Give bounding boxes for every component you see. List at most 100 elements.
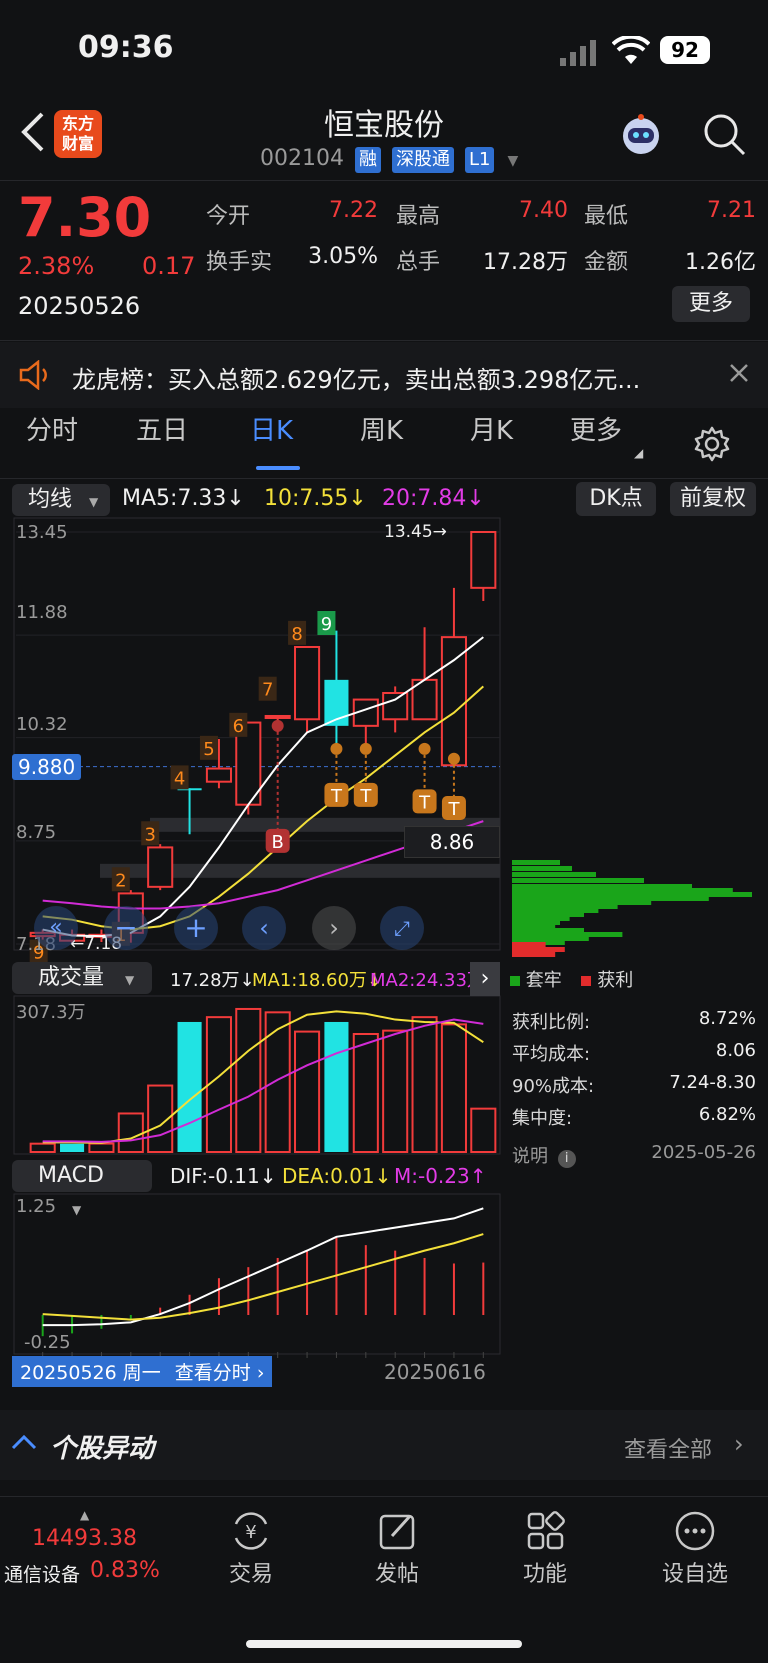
- tab-intraday[interactable]: 分时: [26, 410, 78, 447]
- ma-selector[interactable]: 均线 ▼: [12, 484, 110, 516]
- chip-bar-profit: [512, 947, 565, 952]
- volume-selector[interactable]: 成交量 ▼: [12, 962, 152, 994]
- signal-badge: [324, 782, 349, 807]
- signal-dot: [330, 742, 343, 755]
- chip-bar-trapped: [512, 888, 733, 893]
- candle-body: [205, 767, 232, 783]
- volume-panel-frame: [13, 995, 501, 1155]
- change-percent: 2.38%: [18, 252, 95, 280]
- battery-icon: 92: [660, 36, 710, 64]
- chevron-left-icon[interactable]: ‹: [242, 906, 286, 950]
- search-icon[interactable]: [702, 112, 748, 162]
- chip-bar-profit: [512, 952, 556, 957]
- volume-bar: [352, 1033, 379, 1153]
- notice-bar[interactable]: 龙虎榜：买入总额2.629亿元，卖出总额3.298亿元...: [0, 342, 768, 408]
- tab-daily-k[interactable]: 日K: [250, 410, 293, 447]
- macd-dea-line: [42, 1233, 484, 1321]
- volume-ma1-line: [42, 1010, 484, 1144]
- trade-icon[interactable]: ¥: [228, 1510, 274, 1556]
- count-marker: 3: [144, 824, 155, 845]
- legend-trapped: 套牢: [525, 970, 562, 991]
- candle-body: [440, 636, 467, 767]
- zoom-out-left-icon[interactable]: «: [34, 906, 78, 950]
- y-label-2: 11.88: [16, 602, 68, 623]
- badge-level: L1: [464, 147, 495, 173]
- chip-concentration-value: 6.82%: [698, 1104, 756, 1125]
- count-marker-bg: [170, 765, 189, 790]
- nav-add-watchlist[interactable]: 设自选: [640, 1556, 750, 1588]
- tab-weekly-k[interactable]: 周K: [360, 410, 403, 447]
- index-change: 0.83%: [90, 1558, 160, 1583]
- function-grid-icon[interactable]: [526, 1510, 566, 1556]
- robot-assistant-icon[interactable]: [618, 112, 664, 162]
- tab-more[interactable]: 更多: [570, 410, 622, 447]
- main-chart-frame: [13, 517, 501, 951]
- ma5-value: MA5:7.33↓: [122, 486, 245, 511]
- watchlist-dots-icon[interactable]: [674, 1510, 716, 1556]
- support-band: [100, 863, 500, 878]
- chip-bar-trapped: [512, 860, 560, 865]
- volume-max-label: 307.3万: [16, 1002, 86, 1023]
- chip-bar-trapped: [512, 904, 618, 909]
- chip-bar-trapped: [512, 928, 584, 933]
- badge-connect: 深股通: [391, 147, 454, 173]
- nav-post[interactable]: 发帖: [342, 1556, 452, 1588]
- info-icon: i: [557, 1150, 576, 1168]
- signal-label: T: [330, 786, 343, 807]
- battery-level: 92: [671, 38, 699, 62]
- anomaly-bar[interactable]: 个股异动 查看全部 ›: [0, 1410, 768, 1480]
- chip-avg-cost-label: 平均成本:: [512, 1044, 591, 1065]
- date-tooltip[interactable]: 20250526 周一 查看分时 ›: [12, 1356, 273, 1387]
- ma5-line: [42, 636, 484, 938]
- candle-body: [177, 788, 202, 791]
- settings-gear-icon[interactable]: [694, 426, 730, 466]
- candle-body: [382, 691, 409, 721]
- y-label-top: 13.45: [16, 522, 68, 543]
- volume-bar: [470, 1107, 497, 1154]
- signal-badge: [353, 782, 378, 807]
- macd-selector[interactable]: MACD ▼: [12, 1160, 152, 1217]
- minus-zoom-icon[interactable]: −: [104, 906, 148, 950]
- post-edit-icon[interactable]: [378, 1510, 418, 1556]
- candle-body: [235, 721, 262, 806]
- count-marker-bg: [258, 676, 277, 701]
- count-marker-bg: [229, 712, 248, 737]
- anomaly-title: 个股异动: [50, 1434, 155, 1464]
- stock-code-row[interactable]: 002104 融 深股通 L1 ▼: [260, 146, 518, 173]
- home-indicator: [246, 1640, 522, 1648]
- chip-bar-trapped: [512, 896, 709, 901]
- tab-monthly-k[interactable]: 月K: [470, 410, 513, 447]
- adjust-price-button[interactable]: 前复权: [670, 482, 756, 516]
- close-icon[interactable]: [728, 362, 750, 388]
- chip-concentration-label: 集中度:: [512, 1108, 573, 1129]
- nav-function[interactable]: 功能: [490, 1556, 600, 1588]
- stat-amount-value: 1.26亿: [685, 250, 756, 275]
- chevron-right-icon[interactable]: ›: [312, 906, 356, 950]
- dk-point-button[interactable]: DK点: [576, 482, 656, 516]
- fullscreen-icon[interactable]: ⤢: [380, 906, 424, 950]
- more-quote-button[interactable]: 更多: [672, 286, 750, 322]
- chip-note[interactable]: 说明 i: [512, 1142, 576, 1168]
- cursor-price-tag: 9.880: [12, 754, 82, 780]
- status-time: 09:36: [78, 30, 174, 65]
- anomaly-view-all[interactable]: 查看全部: [624, 1432, 712, 1464]
- max-price-label: 13.45→: [384, 522, 447, 542]
- expand-right-icon[interactable]: ›: [470, 962, 500, 996]
- chip-bar-trapped: [512, 884, 692, 889]
- chip-profit-ratio-value: 8.72%: [698, 1008, 756, 1029]
- chip-bar-trapped: [512, 900, 652, 905]
- legend-profit: 获利: [597, 970, 634, 991]
- chip-bar-trapped: [512, 878, 644, 883]
- signal-dot: [271, 719, 284, 732]
- view-intraday-link[interactable]: 查看分时: [175, 1362, 251, 1384]
- chip-bar-trapped: [512, 872, 596, 877]
- index-widget[interactable]: ▲ 14493.38 通信设备 0.83%: [0, 1500, 176, 1590]
- tab-5day[interactable]: 五日: [136, 410, 188, 447]
- divider: [0, 478, 768, 479]
- current-price: 7.30: [18, 186, 152, 249]
- quote-date: 20250526: [18, 292, 141, 320]
- nav-trade[interactable]: 交易: [196, 1556, 306, 1588]
- plus-zoom-icon[interactable]: +: [174, 906, 218, 950]
- divider: [0, 340, 768, 341]
- count-marker-bg: [199, 735, 218, 760]
